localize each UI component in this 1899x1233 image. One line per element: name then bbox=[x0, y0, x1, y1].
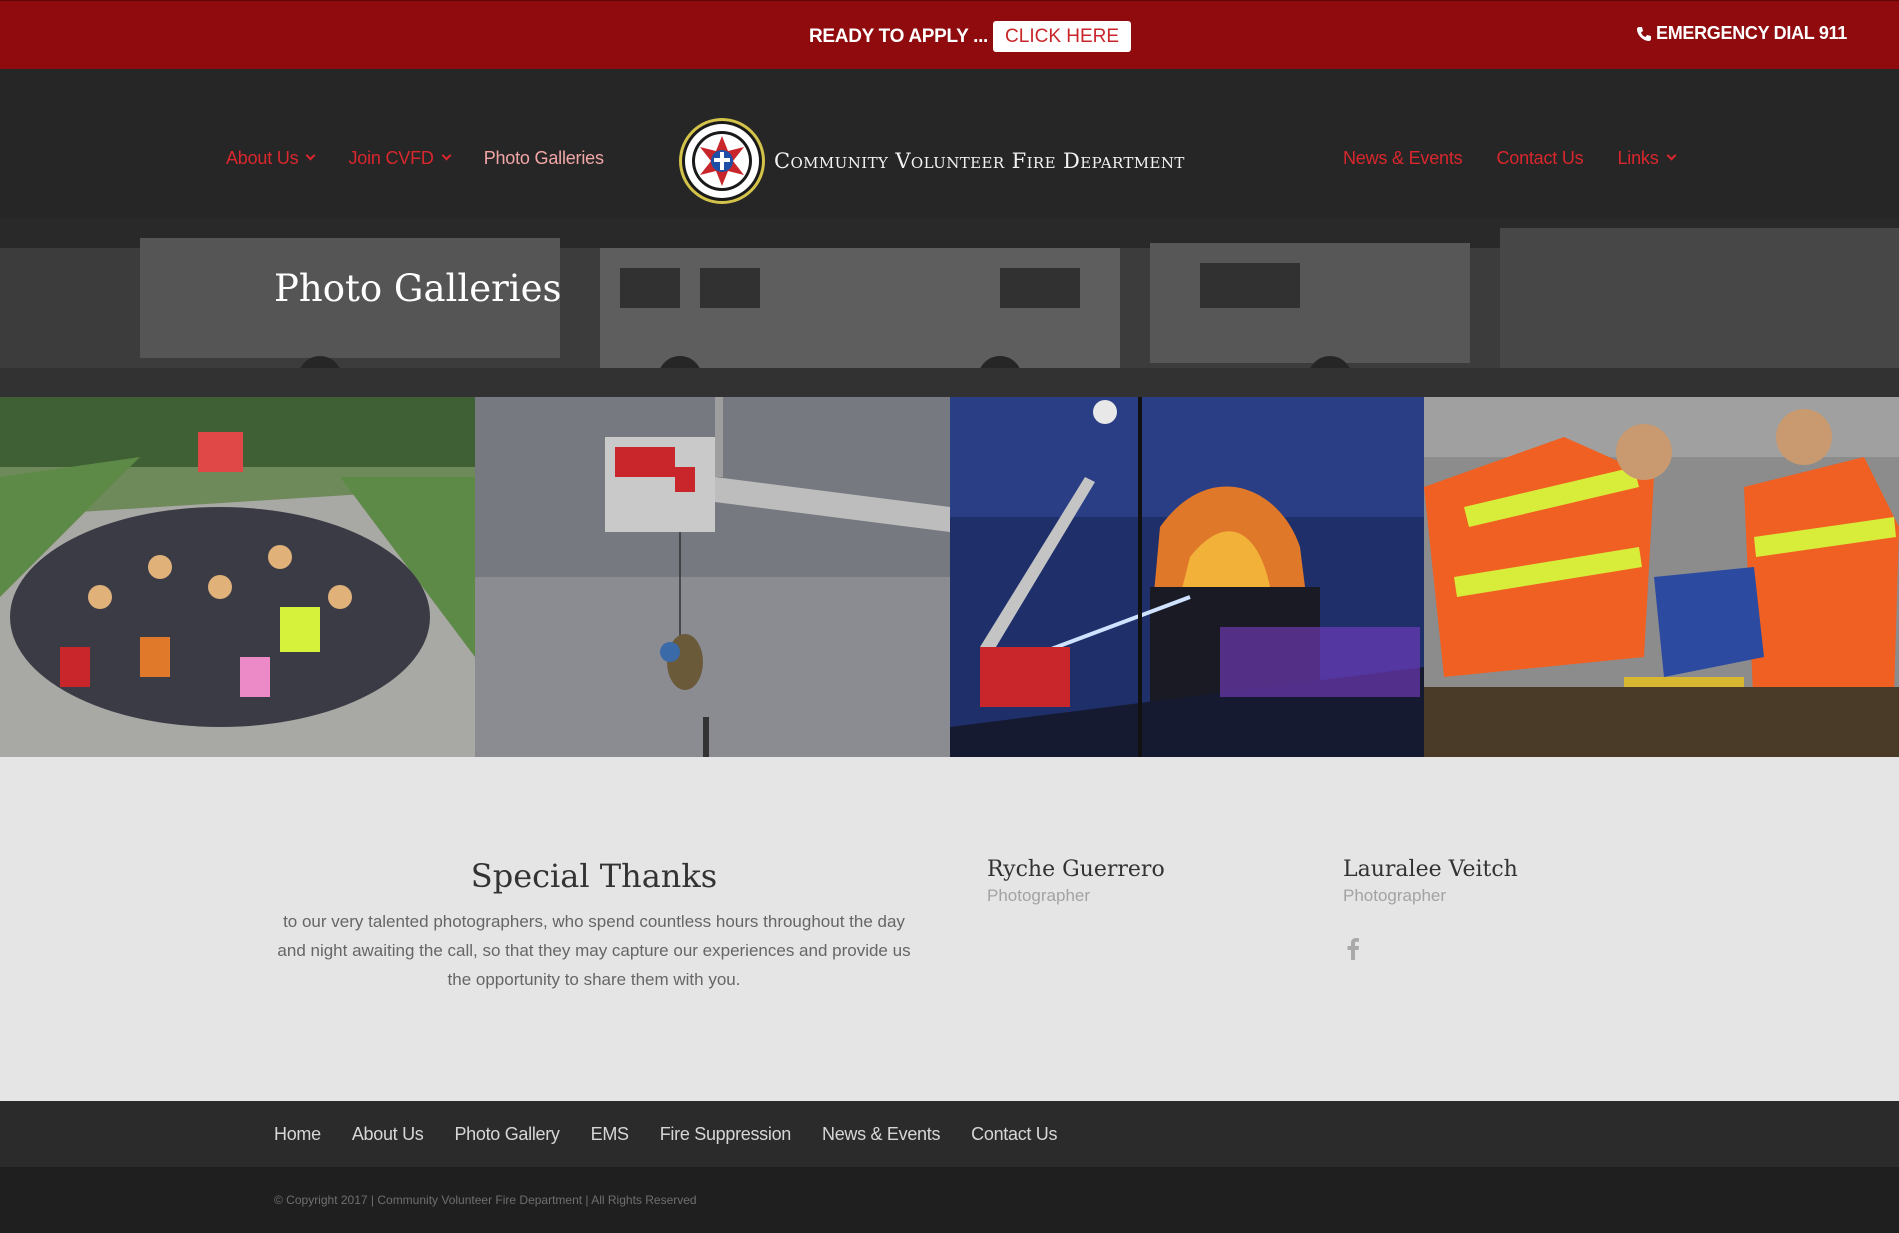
nav-join-cvfd[interactable]: Join CVFD bbox=[348, 148, 452, 169]
crowd-halloween-photo[interactable] bbox=[0, 397, 475, 757]
logo-text: Community Volunteer Fire Department bbox=[774, 149, 1185, 173]
section-body: to our very talented photographers, who … bbox=[277, 912, 911, 989]
nav-about-us[interactable]: About Us bbox=[226, 148, 316, 169]
footer-link-ems[interactable]: EMS bbox=[591, 1124, 629, 1145]
nav-label: Photo Galleries bbox=[483, 148, 604, 168]
footer-link-contact-us[interactable]: Contact Us bbox=[971, 1124, 1057, 1145]
nav-right: News & Events Contact Us Links bbox=[1343, 148, 1709, 169]
photographer-role: Photographer bbox=[1343, 886, 1447, 905]
phone-icon bbox=[1636, 26, 1651, 41]
top-bar: READY TO APPLY ... CLICK HERE EMERGENCY … bbox=[0, 0, 1899, 69]
apply-prompt: READY TO APPLY ... CLICK HERE bbox=[809, 21, 1132, 52]
apply-text: READY TO APPLY ... bbox=[809, 25, 989, 47]
footer-bottom: © Copyright 2017 | Community Volunteer F… bbox=[0, 1167, 1899, 1233]
nav-contact-us[interactable]: Contact Us bbox=[1496, 148, 1583, 169]
footer-link-photo-gallery[interactable]: Photo Gallery bbox=[454, 1124, 559, 1145]
chevron-down-icon bbox=[441, 150, 452, 161]
fire-department-seal-icon bbox=[679, 118, 765, 204]
chevron-down-icon bbox=[306, 150, 316, 161]
footer-link-news-events[interactable]: News & Events bbox=[822, 1124, 940, 1145]
click-here-button[interactable]: CLICK HERE bbox=[993, 21, 1132, 52]
nav-links[interactable]: Links bbox=[1617, 148, 1676, 169]
footer-link-about-us[interactable]: About Us bbox=[352, 1124, 424, 1145]
emergency-text: EMERGENCY DIAL 911 bbox=[1655, 23, 1847, 43]
nav-left: About Us Join CVFD Photo Galleries bbox=[226, 148, 638, 169]
nav-photo-galleries[interactable]: Photo Galleries bbox=[484, 148, 604, 169]
copyright-text: © Copyright 2017 | Community Volunteer F… bbox=[274, 1193, 697, 1207]
nav-label: News & Events bbox=[1343, 148, 1463, 168]
facebook-icon[interactable] bbox=[1346, 938, 1360, 960]
section-title: Special Thanks bbox=[470, 857, 718, 895]
nav-news-events[interactable]: News & Events bbox=[1343, 148, 1463, 169]
emergency-notice: EMERGENCY DIAL 911 bbox=[1636, 23, 1847, 44]
ems-patient-care-photo[interactable] bbox=[1424, 397, 1899, 757]
site-logo[interactable]: Community Volunteer Fire Department bbox=[678, 117, 1185, 205]
photographer-name: Ryche Guerrero bbox=[987, 857, 1165, 882]
photographer-card: Lauralee Veitch Photographer bbox=[1343, 857, 1518, 906]
footer-link-home[interactable]: Home bbox=[274, 1124, 321, 1145]
nav-label: Links bbox=[1617, 148, 1659, 168]
site-header: About Us Join CVFD Photo Galleries Commu… bbox=[0, 69, 1899, 218]
nav-label: Join CVFD bbox=[348, 148, 434, 168]
night-fire-photo[interactable] bbox=[949, 397, 1425, 757]
page-hero: Photo Galleries bbox=[0, 218, 1899, 397]
ladder-truck-rescue-photo[interactable] bbox=[474, 397, 950, 757]
photographer-card: Ryche Guerrero Photographer bbox=[987, 857, 1165, 906]
nav-label: Contact Us bbox=[1496, 148, 1584, 168]
photographer-role: Photographer bbox=[987, 886, 1091, 905]
photographer-name: Lauralee Veitch bbox=[1343, 857, 1518, 882]
nav-label: About Us bbox=[226, 148, 299, 168]
footer-link-fire-suppression[interactable]: Fire Suppression bbox=[660, 1124, 792, 1145]
chevron-down-icon bbox=[1666, 150, 1676, 161]
page-title: Photo Galleries bbox=[274, 267, 562, 310]
special-thanks-section: Special Thanks to our very talented phot… bbox=[0, 757, 1899, 1101]
footer-nav: Home About Us Photo Gallery EMS Fire Sup… bbox=[0, 1101, 1899, 1167]
photo-gallery bbox=[0, 397, 1899, 757]
